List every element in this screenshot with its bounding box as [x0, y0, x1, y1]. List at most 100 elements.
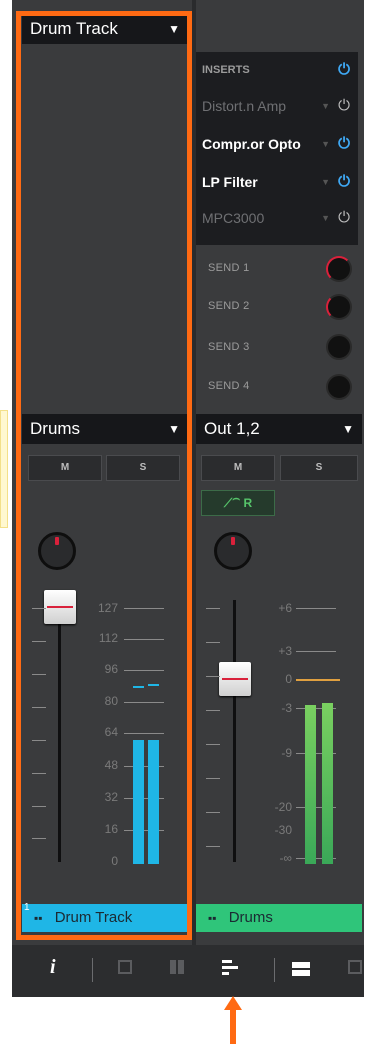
chevron-down-icon: ▼: [321, 177, 330, 187]
meter-tick: [124, 608, 164, 609]
peak-hold-right: [148, 684, 159, 686]
scale-label: 0: [111, 854, 118, 868]
fader-tick: [206, 710, 220, 711]
send-2-label: SEND 2: [208, 300, 250, 312]
fader-tick: [32, 641, 46, 642]
zero-db-line: [296, 679, 340, 681]
grid-view-icon[interactable]: [170, 960, 184, 974]
power-icon[interactable]: ⏻: [338, 126, 350, 162]
scale-label: 112: [98, 631, 118, 645]
arrow-annotation: [224, 996, 242, 1044]
output-dropdown-right[interactable]: Out 1,2 ▼: [196, 414, 362, 444]
meter-tick: [296, 651, 336, 652]
scale-label: 32: [104, 790, 118, 804]
channel-strip-icon[interactable]: [292, 962, 310, 976]
insert-name: Compr.or Opto: [202, 136, 301, 152]
insert-name: MPC3000: [202, 210, 265, 226]
pan-knob-right[interactable]: [214, 532, 252, 570]
mute-button[interactable]: M: [201, 455, 275, 481]
level-meter-right: [148, 740, 159, 864]
inserts-header-label: INSERTS: [202, 64, 250, 76]
scale-label: -∞: [279, 851, 292, 865]
track-label-drums[interactable]: ▪▪ Drums: [196, 904, 362, 932]
send-3-knob[interactable]: [326, 334, 352, 360]
fader-tick: [206, 642, 220, 643]
power-icon[interactable]: ⏻: [338, 200, 350, 236]
output-label: Out 1,2: [204, 419, 260, 438]
volume-fader-right[interactable]: [219, 662, 251, 696]
chevron-down-icon: ▼: [342, 422, 354, 436]
track-name-dropdown[interactable]: Drum Track ▼: [22, 14, 188, 44]
meter-tick: [124, 733, 164, 734]
send-3-label: SEND 3: [208, 341, 250, 353]
scale-label: 80: [104, 694, 118, 708]
level-meter-right-right-strip: [322, 703, 333, 864]
solo-button[interactable]: S: [106, 455, 180, 481]
scale-label: -9: [281, 746, 292, 760]
send-2-knob[interactable]: [326, 294, 352, 320]
fader-tick: [206, 846, 220, 847]
toolbar-separator: [274, 958, 275, 982]
scale-label: 96: [104, 662, 118, 676]
chevron-down-icon: ▼: [168, 22, 180, 36]
grid-icon: ▪▪: [208, 911, 217, 925]
insert-slot-2[interactable]: Compr.or Opto ▼ ⏻: [202, 126, 352, 162]
send-4-knob[interactable]: [326, 374, 352, 400]
scale-label: 64: [104, 725, 118, 739]
fader-tick: [32, 608, 46, 609]
track-number: 1: [24, 902, 30, 913]
scale-label: 127: [97, 601, 118, 615]
solo-button[interactable]: S: [280, 455, 358, 481]
level-meter-left: [133, 740, 144, 864]
single-view-icon[interactable]: [118, 960, 132, 974]
toolbar-separator: [92, 958, 93, 982]
info-button[interactable]: i: [50, 956, 56, 979]
automation-label: R: [243, 496, 253, 510]
output-dropdown[interactable]: Drums ▼: [22, 414, 188, 444]
meter-tick: [296, 608, 336, 609]
power-icon[interactable]: ⏻: [338, 164, 350, 200]
insert-name: Distort.n Amp: [202, 98, 287, 114]
pan-knob[interactable]: [38, 532, 76, 570]
power-icon[interactable]: ⏻: [338, 88, 350, 124]
power-icon[interactable]: ⏻: [338, 52, 350, 88]
scale-label: 0: [285, 672, 292, 686]
scale-label: -30: [274, 823, 292, 837]
volume-fader[interactable]: [44, 590, 76, 624]
automation-icon: ⟋⁀: [223, 496, 244, 510]
mixer-view-icon[interactable]: [222, 960, 238, 976]
scale-label: +6: [278, 601, 292, 615]
fader-tick: [206, 778, 220, 779]
track-label-drum-track[interactable]: 1 ▪▪ Drum Track: [22, 902, 188, 932]
fader-track-right: [233, 600, 236, 862]
send-1-knob[interactable]: [326, 256, 352, 282]
track-label-text: Drums: [228, 909, 273, 926]
track-label-text: Drum Track: [54, 909, 133, 926]
insert-slot-3[interactable]: LP Filter ▼ ⏻: [202, 164, 352, 200]
scale-label: +3: [278, 644, 292, 658]
more-views-icon[interactable]: [348, 960, 362, 974]
level-meter-left-right-strip: [305, 705, 316, 864]
automation-read-button[interactable]: ⟋⁀ R: [201, 490, 275, 516]
fader-tick: [32, 773, 46, 774]
chevron-down-icon: ▼: [168, 422, 180, 436]
fader-tick: [206, 744, 220, 745]
scale-label: 16: [104, 822, 118, 836]
insert-slot-1[interactable]: Distort.n Amp ▼ ⏻: [202, 88, 352, 124]
chevron-down-icon: ▼: [321, 101, 330, 111]
mute-button[interactable]: M: [28, 455, 102, 481]
fader-tick: [32, 707, 46, 708]
highlight-tab: [0, 410, 8, 528]
insert-slot-4[interactable]: MPC3000 ▼ ⏻: [202, 200, 352, 236]
scale-label: -20: [274, 800, 292, 814]
grid-icon: ▪▪: [34, 911, 43, 925]
inserts-header: INSERTS ⏻: [202, 52, 352, 88]
fader-tick: [206, 812, 220, 813]
fader-tick: [206, 676, 220, 677]
meter-tick: [124, 670, 164, 671]
insert-name: LP Filter: [202, 174, 258, 190]
fader-tick: [32, 674, 46, 675]
fader-tick: [32, 806, 46, 807]
track-empty-area: [22, 44, 188, 410]
chevron-down-icon: ▼: [321, 213, 330, 223]
